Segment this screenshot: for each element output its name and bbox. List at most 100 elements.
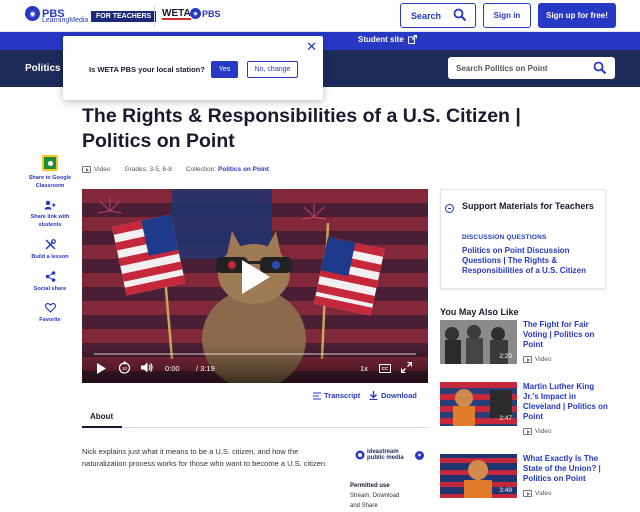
student-site-link[interactable]: Student site [358,35,417,44]
action-label: Share link with students [30,214,70,228]
station-question: Is WETA PBS your local station? [89,65,205,74]
related-type: Video [523,428,552,435]
collection-search-placeholder: Search Politics on Point [456,63,548,73]
sign-up-button[interactable]: Sign up for free! [538,3,616,28]
duration: 2:20 [499,353,512,360]
heart-icon [44,303,56,313]
duration: 2:47 [499,415,512,422]
transcript-link[interactable]: Transcript [313,391,360,400]
collection-link[interactable]: Politics on Point [218,166,269,173]
sign-in-button[interactable]: Sign in [483,3,531,28]
social-share-action[interactable]: Social share [28,271,72,293]
svg-text:10: 10 [122,366,128,371]
for-teachers-badge: FOR TEACHERS [91,11,157,22]
related-title[interactable]: Martin Luther King Jr.'s Impact in Cleve… [523,382,611,422]
tab-about[interactable]: About [82,408,427,428]
support-section-label: DISCUSSION QUESTIONS [462,234,547,241]
related-type: Video [523,490,552,497]
share-link-action[interactable]: Share link with students [28,200,72,229]
ideastream-logo-icon [355,450,365,460]
related-thumbnail[interactable]: 3:49 [440,454,517,498]
favorite-action[interactable]: Favorite [28,303,72,324]
related-item[interactable]: 2:47 Martin Luther King Jr.'s Impact in … [440,382,610,440]
playback-speed[interactable]: 1x [360,364,368,373]
pbs-learningmedia-logo[interactable]: ◉ PBS LearningMedia [25,6,88,24]
collection-meta: Collection: Politics on Point [186,166,269,173]
permitted-use-label: Permitted use [350,483,390,489]
video-icon [82,166,91,173]
build-lesson-icon [44,239,56,250]
action-label: Social share [33,286,67,292]
discussion-questions-link[interactable]: Politics on Point Discussion Questions |… [462,246,602,276]
resource-type: Video [82,166,111,173]
captions-button[interactable]: CC [379,363,391,373]
share-link-icon [44,200,56,210]
related-item[interactable]: 2:20 The Fight for Fair Voting | Politic… [440,320,610,378]
video-player[interactable]: 10 0:00 / 3:19 1x CC [82,189,428,383]
play-icon[interactable] [96,363,106,374]
related-thumbnail[interactable]: 2:20 [440,320,517,364]
partner-logo: ideastream public media ◉ [355,449,424,461]
fullscreen-icon[interactable] [401,362,412,373]
about-tab-label: About [90,412,114,421]
description: Nick explains just what it means to be a… [82,447,328,468]
action-label: Share to Google Classroom [28,175,72,189]
pbs-head-icon: ◉ [190,8,201,19]
video-controls: 10 0:00 / 3:19 1x CC [82,345,428,383]
collapse-icon[interactable] [445,204,454,213]
related-title[interactable]: The Fight for Fair Voting | Politics on … [523,320,611,350]
duration: 3:49 [499,487,512,494]
change-station-button[interactable]: No, change [247,61,298,78]
current-time: 0:00 [165,363,180,373]
related-type: Video [523,356,552,363]
download-icon [369,391,378,400]
video-icon [523,490,532,497]
search-button[interactable]: Search [400,3,476,28]
resource-type-label: Video [94,166,111,173]
close-icon[interactable]: ✕ [306,39,317,55]
page-title: The Rights & Responsibilities of a U.S. … [82,105,521,152]
controls-row: 10 0:00 / 3:19 1x CC [96,361,416,375]
permitted-use: Permitted use Stream, Download and Share [350,481,410,511]
pbs-head-icon: ◉ [25,6,40,21]
build-lesson-action[interactable]: Build a lesson [28,239,72,261]
pbs-head-icon: ◉ [415,450,424,460]
play-overlay-icon[interactable] [234,257,274,297]
search-icon[interactable] [593,61,607,75]
station-logo[interactable]: WETA [162,9,191,20]
grades: Grades: 3-5, 6-8 [124,166,172,173]
volume-icon[interactable] [141,362,153,373]
yes-button[interactable]: Yes [211,61,238,78]
progress-bar[interactable] [94,353,416,355]
related-thumbnail[interactable]: 2:47 [440,382,517,426]
related-heading: You May Also Like [440,307,519,317]
action-label: Build a lesson [31,254,69,260]
site-header: ◉ PBS LearningMedia FOR TEACHERS WETA ◉ … [0,0,640,32]
station-pbs-text: PBS [202,8,221,19]
related-type-label: Video [535,356,552,363]
related-type-label: Video [535,490,552,497]
download-link[interactable]: Download [369,391,417,400]
duration: / 3:19 [196,363,215,373]
permitted-use-value: Stream, Download and Share [350,493,400,509]
support-materials-panel: Support Materials for Teachers DISCUSSIO… [440,189,606,289]
resource-actions: Share to Google Classroom Share link wit… [28,155,72,334]
google-classroom-icon [42,155,58,171]
share-google-classroom-action[interactable]: Share to Google Classroom [28,155,72,190]
active-tab-indicator [82,426,122,428]
external-link-icon [407,35,417,44]
related-item[interactable]: 3:49 What Exactly Is The State of the Un… [440,454,610,512]
video-icon [523,356,532,363]
related-title[interactable]: What Exactly Is The State of the Union? … [523,454,611,484]
rewind-icon[interactable]: 10 [118,361,131,374]
header-divider [154,6,155,26]
transcript-label: Transcript [324,391,361,400]
video-icon [523,428,532,435]
search-label: Search [411,10,442,21]
collection-prefix: Collection: [185,166,217,173]
student-site-label: Student site [358,35,404,44]
transcript-icon [313,392,321,399]
logo-sub: LearningMedia [42,17,89,24]
collection-search-input[interactable]: Search Politics on Point [448,57,615,79]
station-pbs-logo: ◉ PBS [190,8,221,19]
